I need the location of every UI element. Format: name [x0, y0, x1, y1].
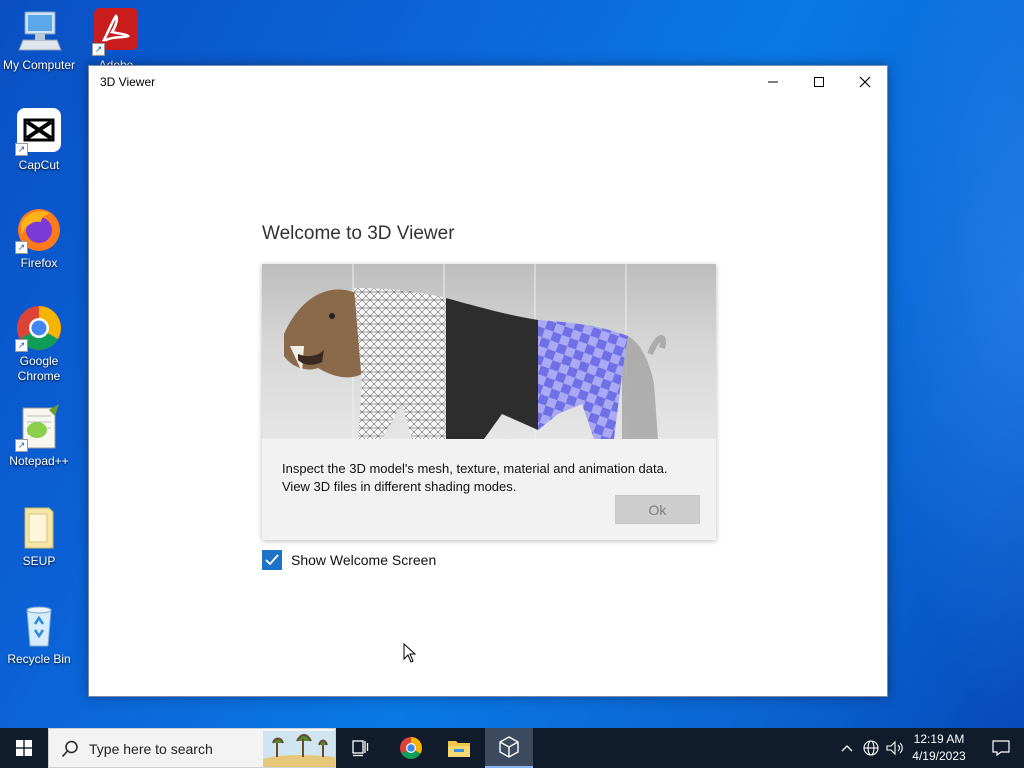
- network-button[interactable]: [860, 728, 882, 768]
- taskbar-chrome-button[interactable]: [387, 728, 435, 768]
- action-center-button[interactable]: [978, 728, 1024, 768]
- desktop-icon-capcut[interactable]: ↗ CapCut: [0, 108, 79, 173]
- taskbar: Type here to search 12:19 AM 4/19/2023: [0, 728, 1024, 768]
- taskbar-clock[interactable]: 12:19 AM 4/19/2023: [906, 731, 972, 765]
- minimize-button[interactable]: [750, 66, 796, 98]
- hero-illustration: [262, 264, 716, 439]
- welcome-card: Inspect the 3D model's mesh, texture, ma…: [262, 264, 716, 540]
- clock-time: 12:19 AM: [913, 732, 965, 746]
- network-icon: [863, 740, 879, 756]
- show-hidden-icons-button[interactable]: [838, 728, 856, 768]
- task-view-icon: [352, 740, 369, 757]
- volume-icon: [886, 740, 903, 756]
- taskbar-file-explorer-button[interactable]: [435, 728, 483, 768]
- taskbar-3d-viewer-button[interactable]: [485, 728, 533, 768]
- search-highlight-illustration: [263, 731, 335, 767]
- volume-button[interactable]: [884, 728, 906, 768]
- desktop-icon-label: SEUP: [22, 554, 56, 568]
- desktop-icon-label: Google Chrome: [17, 354, 61, 383]
- chrome-icon: ↗: [15, 304, 63, 352]
- desktop-icon-google-chrome[interactable]: ↗ Google Chrome: [0, 304, 79, 384]
- shortcut-arrow-icon: ↗: [15, 241, 28, 254]
- folder-icon: [15, 504, 63, 552]
- chevron-up-icon: [841, 745, 853, 752]
- desktop-icon-seup[interactable]: SEUP: [0, 504, 79, 569]
- desktop-background: [880, 0, 1024, 728]
- maximize-icon: [814, 77, 824, 87]
- minimize-icon: [768, 81, 778, 83]
- mouse-cursor-icon: [403, 643, 417, 663]
- maximize-button[interactable]: [796, 66, 842, 98]
- file-explorer-icon: [448, 741, 470, 757]
- 3d-viewer-icon: [499, 736, 519, 758]
- window-title: 3D Viewer: [100, 75, 156, 89]
- shortcut-arrow-icon: ↗: [15, 439, 28, 452]
- shortcut-arrow-icon: ↗: [15, 143, 28, 156]
- notification-icon: [992, 740, 1010, 756]
- welcome-title: Welcome to 3D Viewer: [262, 223, 455, 244]
- windows-logo-icon: [16, 740, 32, 756]
- show-welcome-checkbox[interactable]: [262, 550, 282, 570]
- ok-button[interactable]: Ok: [615, 495, 700, 524]
- notepad-plus-plus-icon: ↗: [15, 404, 63, 452]
- desktop-icon-adobe[interactable]: ↗ Adobe: [76, 8, 156, 66]
- desktop-icon-recycle-bin[interactable]: Recycle Bin: [0, 602, 79, 667]
- computer-icon: [15, 8, 63, 56]
- shortcut-arrow-icon: ↗: [92, 43, 105, 56]
- shortcut-arrow-icon: ↗: [15, 339, 28, 352]
- desktop-icon-label: Recycle Bin: [7, 652, 71, 666]
- description-line: View 3D files in different shading modes…: [282, 479, 517, 494]
- close-icon: [859, 76, 871, 88]
- show-welcome-label: Show Welcome Screen: [291, 552, 437, 568]
- desktop-icon-label: My Computer: [2, 58, 76, 72]
- title-bar[interactable]: 3D Viewer: [89, 66, 887, 98]
- checkmark-icon: [265, 554, 279, 566]
- desktop-icon-label: CapCut: [18, 158, 60, 172]
- adobe-acrobat-icon: ↗: [92, 8, 140, 56]
- desktop-icon-my-computer[interactable]: My Computer: [0, 8, 79, 73]
- firefox-icon: ↗: [15, 206, 63, 254]
- taskbar-search-box[interactable]: Type here to search: [48, 728, 336, 768]
- capcut-icon: ↗: [15, 108, 63, 156]
- clock-date: 4/19/2023: [912, 749, 966, 763]
- welcome-description: Inspect the 3D model's mesh, texture, ma…: [282, 460, 667, 496]
- description-line: Inspect the 3D model's mesh, texture, ma…: [282, 461, 668, 476]
- search-placeholder: Type here to search: [89, 741, 213, 757]
- desktop-icon-label: Notepad++: [9, 454, 69, 468]
- close-button[interactable]: [842, 66, 888, 98]
- chrome-icon: [400, 737, 422, 759]
- desktop-icon-notepad-plus-plus[interactable]: ↗ Notepad++: [0, 404, 79, 469]
- show-welcome-screen-row[interactable]: Show Welcome Screen: [262, 550, 436, 570]
- recycle-bin-icon: [15, 602, 63, 650]
- 3d-viewer-window: 3D Viewer Welcome to 3D Viewer Inspect t…: [88, 65, 888, 697]
- search-icon: [61, 740, 78, 758]
- desktop-icon-firefox[interactable]: ↗ Firefox: [0, 206, 79, 271]
- desktop-icon-label: Firefox: [20, 256, 58, 270]
- start-button[interactable]: [0, 728, 48, 768]
- saber-tooth-cat-illustration: [284, 264, 666, 439]
- task-view-button[interactable]: [336, 728, 384, 768]
